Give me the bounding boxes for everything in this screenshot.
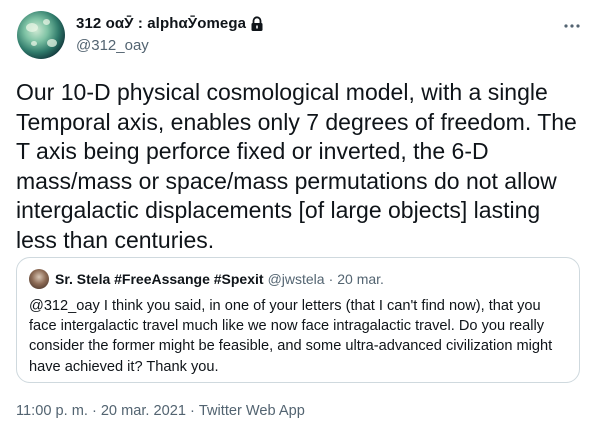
tweet-meta: 11:00 p. m. · 20 mar. 2021 · Twitter Web App [16,403,305,419]
author-avatar[interactable] [17,11,65,59]
tweet-time[interactable]: 11:00 p. m. [16,403,88,419]
tweet-source[interactable]: Twitter Web App [199,403,305,419]
author-name-row: 312 οαӮ : alphαӮomega [76,15,264,32]
lock-icon [251,15,263,31]
author-handle[interactable]: @312_oay [76,37,149,54]
quoted-timestamp[interactable]: 20 mar. [337,271,384,287]
quoted-author-avatar[interactable] [29,269,49,289]
quoted-tweet-text: @312_oay I think you said, in one of you… [29,298,553,375]
more-options-icon[interactable] [563,17,581,35]
meta-separator: · [190,403,195,419]
author-display-name[interactable]: 312 οαӮ : alphαӮomega [76,15,246,32]
quoted-author-name[interactable]: Sr. Stela #FreeAssange #Spexit [55,271,264,287]
quoted-tweet-header: Sr. Stela #FreeAssange #Spexit @jwstela … [29,269,384,289]
quoted-tweet[interactable]: Sr. Stela #FreeAssange #Spexit @jwstela … [16,257,580,383]
quoted-separator: · [328,271,334,287]
tweet-date[interactable]: 20 mar. 2021 [101,403,186,419]
tweet-text: Our 10-D physical cosmological model, wi… [16,79,577,253]
tweet-card: 312 οαӮ : alphαӮomega @312_oay Our 10-D … [0,0,598,439]
quoted-author-handle[interactable]: @jwstela [268,271,325,287]
meta-separator: · [91,403,97,419]
